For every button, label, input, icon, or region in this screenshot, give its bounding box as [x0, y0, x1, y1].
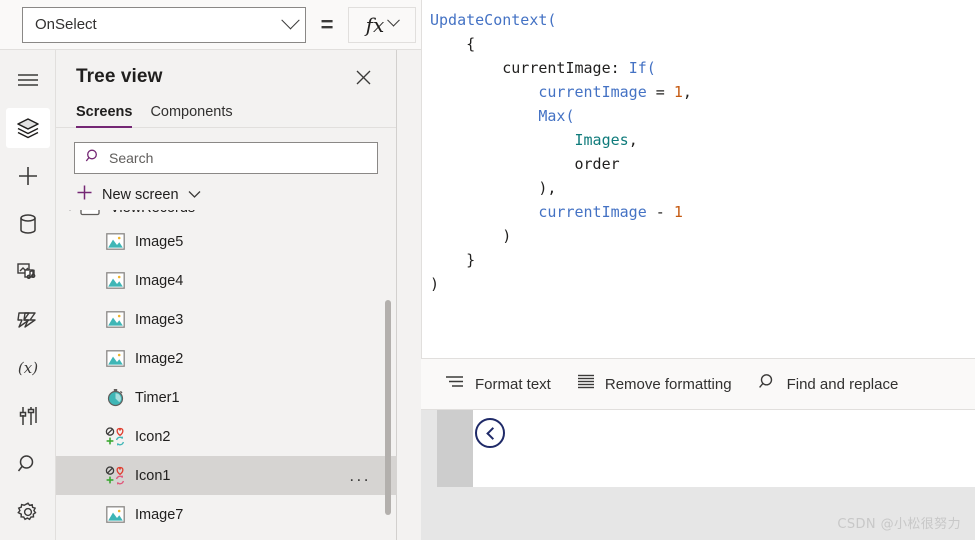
chevron-down-icon	[188, 186, 201, 204]
power-apps-studio: OnSelect = fx (x) Tree view Screens Comp…	[0, 0, 975, 540]
find-and-replace-button[interactable]: Find and replace	[758, 372, 899, 396]
find-and-replace-label: Find and replace	[786, 375, 899, 393]
tree-item-list[interactable]: ▾ ViewRecords Image5 Image4	[56, 210, 397, 540]
format-text-icon	[445, 374, 465, 395]
tree-item-label: Image4	[135, 272, 184, 289]
tab-components[interactable]: Components	[150, 104, 232, 127]
rail-item-tree-view[interactable]	[5, 108, 50, 148]
tree-item-label: Image2	[135, 350, 184, 367]
image-icon	[104, 231, 126, 253]
image-icon	[104, 348, 126, 370]
hamburger-menu-icon	[17, 72, 39, 88]
tree-item-label: Image7	[135, 506, 184, 523]
formula-code: UpdateContext( { currentImage: If( curre…	[430, 11, 692, 293]
close-icon[interactable]	[350, 64, 376, 90]
tree-view-tabs: Screens Components	[56, 96, 396, 128]
chevron-down-icon[interactable]: ▾	[64, 210, 76, 214]
tree-item-image5[interactable]: Image5	[56, 222, 397, 261]
chevron-down-icon	[387, 13, 401, 27]
rail-item-variables[interactable]: (x)	[6, 348, 50, 388]
rail-item-media[interactable]	[6, 252, 50, 292]
gear-icon	[16, 500, 40, 524]
chevron-down-icon	[281, 11, 300, 30]
rail-item-data[interactable]	[6, 204, 50, 244]
formula-editor[interactable]: UpdateContext( { currentImage: If( curre…	[421, 0, 975, 358]
tree-item-label: Icon2	[135, 428, 171, 445]
formula-toolbar: Format text Remove formatting Find and r…	[421, 358, 975, 410]
tree-item-image2[interactable]: Image2	[56, 339, 397, 378]
rail-item-insert[interactable]	[6, 156, 50, 196]
format-text-button[interactable]: Format text	[445, 374, 551, 395]
tree-item-label: Timer1	[135, 389, 180, 406]
plus-icon	[16, 164, 40, 188]
equals-sign: =	[320, 11, 334, 37]
watermark: CSDN @小松很努力	[837, 517, 961, 532]
panel-title: Tree view	[76, 66, 163, 87]
rail-item-power-automate[interactable]	[6, 300, 50, 340]
canvas-screen[interactable]	[473, 410, 975, 487]
power-automate-icon	[16, 309, 40, 331]
image-icon	[104, 270, 126, 292]
remove-formatting-button[interactable]: Remove formatting	[577, 374, 732, 395]
tree-item-image7[interactable]: Image7	[56, 495, 397, 534]
property-selector-value: OnSelect	[35, 16, 97, 33]
format-text-label: Format text	[475, 375, 551, 393]
search-placeholder: Search	[109, 150, 154, 166]
screen-icon	[79, 210, 101, 219]
rail-item-search[interactable]	[6, 444, 50, 484]
icon-control-icon	[104, 426, 126, 448]
fx-label: fx	[365, 12, 385, 37]
tree-item-icon1[interactable]: Icon1 ...	[56, 456, 397, 495]
tools-icon	[17, 404, 39, 428]
left-rail: (x)	[0, 50, 56, 540]
rail-item-menu[interactable]	[6, 60, 50, 100]
tree-item-image4[interactable]: Image4	[56, 261, 397, 300]
tree-item-viewrecords[interactable]: ▾ ViewRecords	[56, 210, 397, 222]
timer-icon	[104, 387, 126, 409]
new-screen-button[interactable]: New screen	[56, 174, 396, 206]
new-screen-label: New screen	[102, 187, 179, 203]
image-icon	[104, 504, 126, 526]
search-container: Search	[56, 128, 396, 174]
search-icon	[85, 148, 101, 169]
tab-screens[interactable]: Screens	[76, 104, 133, 128]
tree-item-label: Image5	[135, 233, 184, 250]
fx-button[interactable]: fx	[348, 6, 416, 43]
chevron-left-icon	[485, 426, 499, 440]
tree-item-label: Image3	[135, 311, 184, 328]
tree-view-header: Tree view	[56, 50, 396, 96]
tree-item-image3[interactable]: Image3	[56, 300, 397, 339]
rail-item-tools[interactable]	[6, 396, 50, 436]
search-icon	[16, 452, 40, 476]
svg-text:(x): (x)	[17, 359, 37, 377]
tree-item-label: Icon1	[135, 467, 171, 484]
image-icon	[104, 309, 126, 331]
plus-icon	[76, 184, 93, 206]
layers-icon	[16, 117, 40, 139]
overflow-menu-icon[interactable]: ...	[349, 466, 371, 486]
remove-formatting-label: Remove formatting	[604, 375, 732, 393]
back-chevron-circle-icon[interactable]	[475, 418, 505, 448]
variables-icon: (x)	[15, 357, 41, 379]
search-input[interactable]: Search	[74, 142, 378, 174]
canvas-left-strip	[437, 410, 473, 487]
tree-item-label: ViewRecords	[110, 210, 195, 216]
search-icon	[758, 372, 777, 396]
tree-item-icon2[interactable]: Icon2	[56, 417, 397, 456]
tree-scrollbar-thumb[interactable]	[385, 300, 391, 515]
property-selector[interactable]: OnSelect	[22, 6, 306, 43]
icon-control-icon	[104, 465, 126, 487]
database-icon	[17, 212, 39, 236]
media-icon	[16, 261, 40, 283]
rail-item-settings[interactable]	[6, 492, 50, 532]
remove-formatting-icon	[577, 374, 595, 395]
tree-item-timer1[interactable]: Timer1	[56, 378, 397, 417]
app-canvas[interactable]: CSDN @小松很努力	[421, 410, 975, 540]
tree-view-panel: Tree view Screens Components Search New …	[56, 50, 397, 540]
